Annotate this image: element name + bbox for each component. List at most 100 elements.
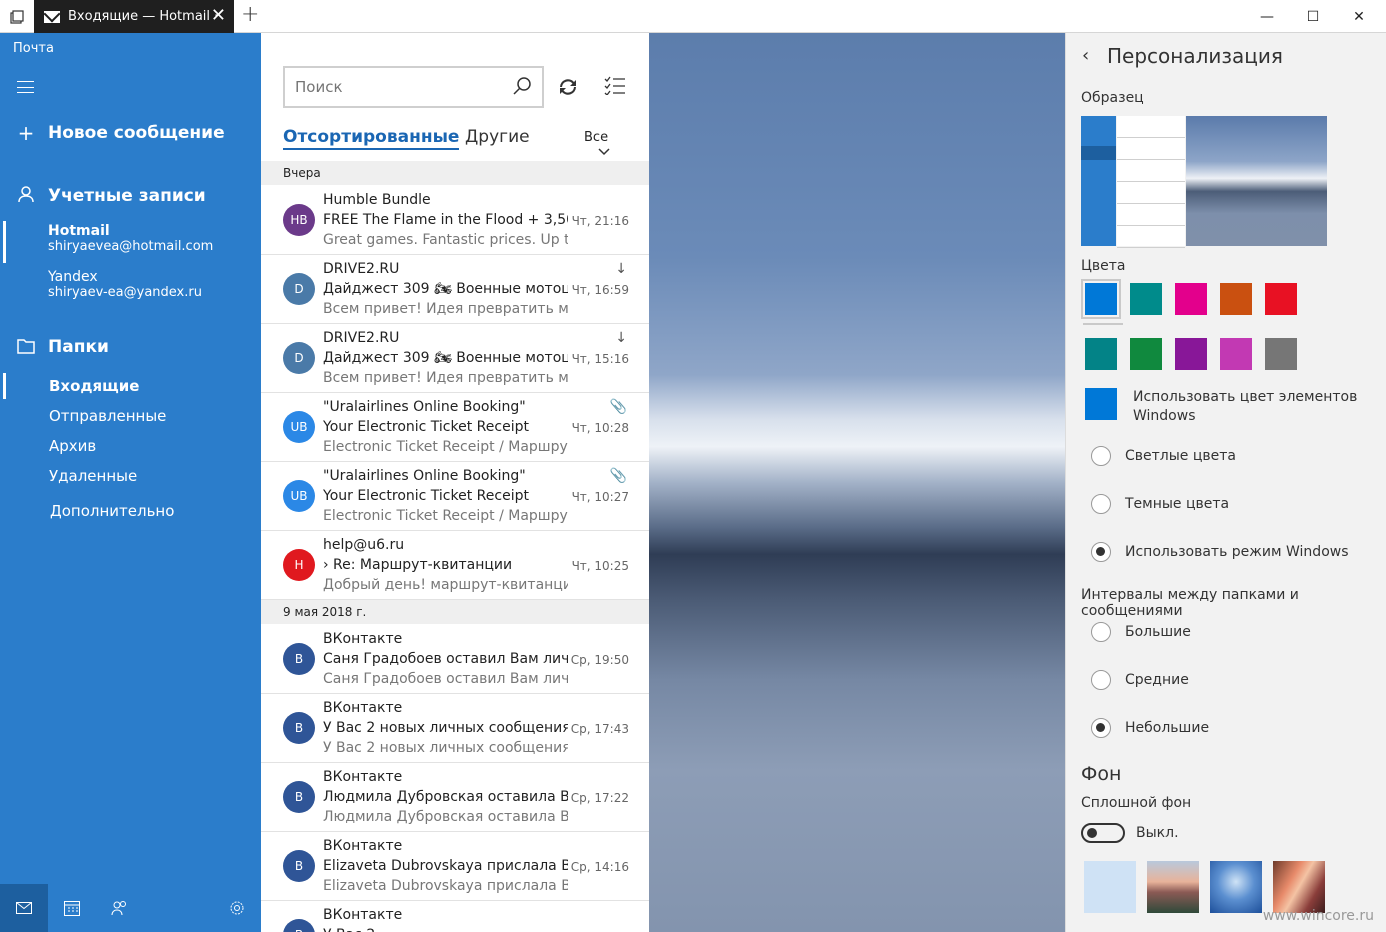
message-time: Ср, 17:22 [570, 791, 629, 805]
watermark: www.wincore.ru [1262, 908, 1374, 924]
spacing-option-radio[interactable]: Большие [1091, 622, 1191, 642]
color-swatch[interactable] [1220, 338, 1252, 370]
color-swatch[interactable] [1175, 338, 1207, 370]
spacing-option-radio[interactable]: Небольшие [1091, 718, 1209, 738]
background-thumbnail-mountain[interactable] [1147, 861, 1199, 913]
account-selection-indicator [3, 221, 6, 263]
message-item[interactable]: D DRIVE2.RU Дайджест 309 🏍 Военные мотоцик… [261, 255, 649, 324]
active-tab[interactable]: Входящие — Hotmail · ✕ [34, 0, 234, 33]
message-item[interactable]: UB "Uralairlines Online Booking" Your Elec… [261, 393, 649, 462]
search-icon[interactable] [512, 76, 532, 100]
new-tab-button[interactable]: + [241, 2, 259, 27]
settings-gear-icon[interactable] [213, 884, 261, 932]
people-icon[interactable] [96, 884, 144, 932]
theme-option-radio[interactable]: Использовать режим Windows [1091, 542, 1349, 562]
message-preview: Всем привет! Идея превратить мото [323, 370, 568, 386]
message-sender: help@u6.ru [323, 537, 405, 553]
message-time: Чт, 15:16 [571, 352, 629, 366]
color-swatch[interactable] [1220, 283, 1252, 315]
windows-color-swatch[interactable] [1085, 388, 1117, 420]
folder-sent[interactable]: Отправленные [49, 407, 166, 425]
search-box[interactable] [283, 66, 544, 108]
folder-deleted[interactable]: Удаленные [49, 467, 137, 485]
message-subject: Elizaveta Dubrovskaya прислала Вам [323, 858, 568, 874]
colors-label: Цвета [1081, 258, 1126, 274]
radio-circle[interactable] [1091, 446, 1111, 466]
message-item[interactable]: В ВКонтакте Людмила Дубровская оставила Ва… [261, 763, 649, 832]
tab-focused[interactable]: Отсортированные [283, 127, 460, 150]
sender-avatar: UB [283, 411, 315, 443]
accounts-button[interactable]: Учетные записи [16, 185, 206, 206]
close-window-button[interactable]: ✕ [1336, 0, 1382, 33]
spacing-option-radio[interactable]: Средние [1091, 670, 1189, 690]
select-mode-icon[interactable] [604, 75, 628, 99]
color-swatch[interactable] [1081, 279, 1121, 319]
sync-icon[interactable] [556, 75, 580, 99]
folders-button[interactable]: Папки [16, 337, 109, 357]
message-sender: Humble Bundle [323, 192, 431, 208]
radio-label: Использовать режим Windows [1125, 544, 1349, 560]
radio-label: Большие [1125, 624, 1191, 640]
background-heading: Фон [1081, 763, 1122, 785]
color-swatch[interactable] [1265, 338, 1297, 370]
account-yandex[interactable]: Yandex shiryaev-ea@yandex.ru [48, 269, 202, 300]
message-item[interactable]: В ВКонтакте У Вас 2 новых личных сообщения… [261, 694, 649, 763]
message-subject: Your Electronic Ticket Receipt [323, 488, 529, 504]
message-item[interactable]: HB Humble Bundle FREE The Flame in the Flo… [261, 186, 649, 255]
theme-option-radio[interactable]: Темные цвета [1091, 494, 1229, 514]
calendar-icon[interactable] [48, 884, 96, 932]
navigation-pane: Почта + Новое сообщение Учетные записи H… [0, 33, 261, 932]
message-item[interactable]: В ВКонтакте У Вас 2 [261, 901, 649, 932]
message-sender: ВКонтакте [323, 631, 403, 647]
solid-bg-toggle[interactable] [1081, 823, 1125, 843]
message-item[interactable]: D DRIVE2.RU Дайджест 309 🏍 Военные мотоцик… [261, 324, 649, 393]
message-preview: Всем привет! Идея превратить мото [323, 301, 568, 317]
account-hotmail[interactable]: Hotmail shiryaevea@hotmail.com [48, 223, 213, 254]
message-sender: ВКонтакте [323, 838, 403, 854]
maximize-button[interactable]: ☐ [1290, 0, 1336, 33]
color-swatch[interactable] [1130, 338, 1162, 370]
filter-dropdown[interactable]: Все [584, 130, 628, 160]
folder-icon [16, 337, 36, 357]
folder-more[interactable]: Дополнительно [50, 502, 174, 520]
message-item[interactable]: Hhelp@u6.ru › Re: Маршрут-квитанции Добрый… [261, 531, 649, 600]
sender-avatar: В [283, 643, 315, 675]
search-input[interactable] [285, 68, 485, 106]
color-swatch[interactable] [1265, 283, 1297, 315]
tab-close-icon[interactable]: ✕ [211, 5, 226, 26]
message-time: Чт, 21:16 [571, 214, 629, 228]
use-windows-color-label[interactable]: Использовать цвет элементов Windows [1133, 388, 1373, 426]
radio-circle[interactable] [1091, 494, 1111, 514]
new-message-button[interactable]: + Новое сообщение [16, 123, 225, 143]
hamburger-menu-icon[interactable] [17, 81, 34, 93]
back-chevron-icon[interactable]: ‹ [1082, 45, 1089, 66]
mail-app-icon [44, 10, 60, 23]
message-item[interactable]: UB "Uralairlines Online Booking" Your Elec… [261, 462, 649, 531]
tab-other[interactable]: Другие [465, 127, 530, 147]
personalization-panel: ‹ Персонализация Образец Цвета Использов… [1065, 33, 1386, 932]
folder-inbox[interactable]: Входящие [49, 377, 139, 395]
background-thumbnail-solid[interactable] [1084, 861, 1136, 913]
message-item[interactable]: В ВКонтакте Саня Градобоев оставил Вам лич… [261, 625, 649, 694]
tab-list-icon[interactable] [0, 0, 34, 33]
sender-avatar: В [283, 712, 315, 744]
minimize-button[interactable]: — [1244, 0, 1290, 33]
color-swatch[interactable] [1085, 338, 1117, 370]
background-thumbnail-tree[interactable] [1210, 861, 1262, 913]
new-message-label: Новое сообщение [48, 123, 225, 143]
background-image [649, 33, 1065, 932]
color-swatch[interactable] [1175, 283, 1207, 315]
background-thumbnail-canyon[interactable] [1273, 861, 1325, 913]
theme-option-radio[interactable]: Светлые цвета [1091, 446, 1236, 466]
radio-circle[interactable] [1091, 622, 1111, 642]
date-group-header: Вчера [261, 161, 649, 185]
radio-circle[interactable] [1091, 670, 1111, 690]
mail-icon[interactable] [0, 884, 48, 932]
message-item[interactable]: В ВКонтакте Elizaveta Dubrovskaya прислала… [261, 832, 649, 901]
app-name: Почта [13, 41, 54, 56]
message-sender: "Uralairlines Online Booking" [323, 468, 526, 484]
radio-circle[interactable] [1091, 542, 1111, 562]
color-swatch[interactable] [1130, 283, 1162, 315]
radio-circle[interactable] [1091, 718, 1111, 738]
folder-archive[interactable]: Архив [49, 437, 96, 455]
